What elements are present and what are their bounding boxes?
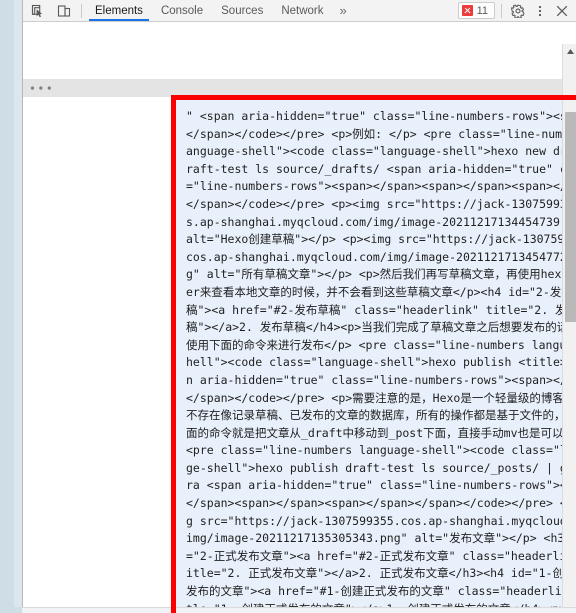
toolbar-icon-group — [23, 0, 77, 21]
toolbar-divider — [81, 3, 82, 18]
tab-console[interactable]: Console — [152, 0, 212, 21]
node-gutter-dots: ∙∙∙ — [29, 80, 55, 95]
more-tabs-chevron-icon[interactable]: » — [333, 0, 354, 21]
gear-icon[interactable] — [508, 1, 528, 21]
devtools-screenshot: Elements Console Sources Network » 11 ∙∙… — [0, 0, 576, 613]
vertical-scroll-thumb[interactable] — [565, 112, 576, 322]
page-strip-inner — [14, 0, 22, 613]
kebab-menu-icon[interactable] — [530, 1, 550, 21]
vertical-scrollbar[interactable] — [562, 44, 576, 613]
tab-sources[interactable]: Sources — [212, 0, 272, 21]
device-toolbar-icon[interactable] — [55, 2, 73, 20]
tab-sources-label: Sources — [221, 4, 264, 17]
tab-elements[interactable]: Elements — [86, 0, 152, 21]
tab-network-label: Network — [281, 4, 324, 17]
panel-tabs: Elements Console Sources Network » — [86, 0, 354, 21]
underlying-page-strip — [0, 0, 22, 613]
tab-network[interactable]: Network — [272, 0, 332, 21]
dom-node-pre[interactable]: ∙∙∙ ▼<pre class="line-numbers language-s… — [23, 78, 576, 131]
scroll-up-arrow-icon[interactable] — [563, 44, 576, 59]
error-count-label: 11 — [476, 4, 488, 17]
tab-elements-label: Elements — [95, 4, 143, 17]
tab-console-label: Console — [160, 4, 204, 17]
toolbar-divider-2 — [501, 3, 502, 18]
elements-tree-panel[interactable]: ∙∙∙ ▼<pre class="line-numbers language-s… — [23, 22, 576, 613]
devtools-bottom-strip — [22, 607, 576, 613]
page-bottom-strip — [0, 607, 22, 613]
devtools-toolbar: Elements Console Sources Network » 11 — [23, 0, 576, 22]
error-circle-icon — [461, 5, 473, 16]
toolbar-right-group: 11 — [457, 0, 576, 21]
error-count-badge[interactable]: 11 — [457, 2, 495, 19]
selected-text-node[interactable]: " <span aria-hidden="true" class="line-n… — [175, 99, 576, 613]
inspect-element-icon[interactable] — [29, 2, 47, 20]
selected-text-node-content: " <span aria-hidden="true" class="line-n… — [186, 109, 576, 613]
devtools-panel: Elements Console Sources Network » 11 ∙∙… — [22, 0, 576, 613]
close-icon[interactable] — [552, 1, 572, 21]
